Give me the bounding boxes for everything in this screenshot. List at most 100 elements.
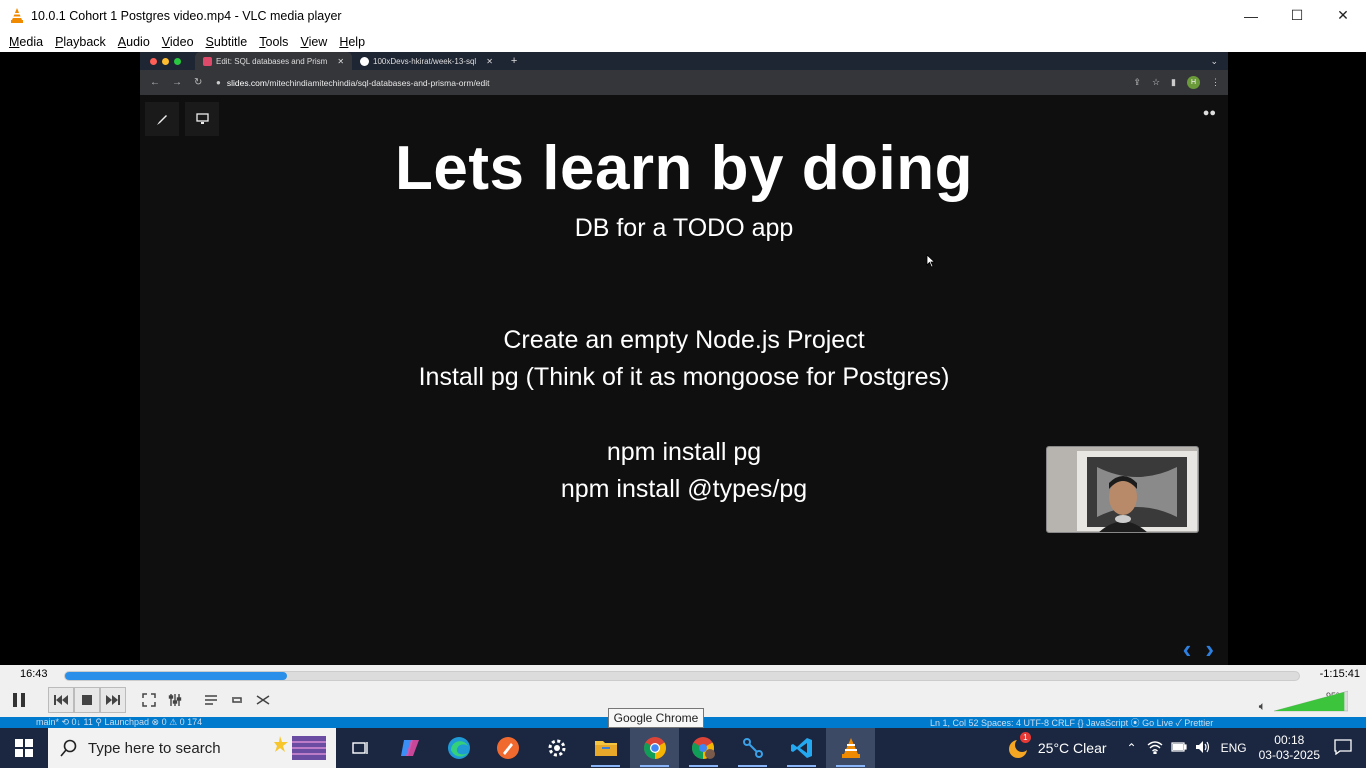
vscode-icon[interactable] xyxy=(777,728,826,768)
chrome-profile-icon[interactable] xyxy=(679,728,728,768)
site-info-icon: ● xyxy=(216,78,221,87)
slide-line-1: Create an empty Node.js Project xyxy=(503,326,865,354)
windows-taskbar: Type here to search 1 25°C Clear ⌃ ENG 0… xyxy=(0,728,1366,768)
connection-app-icon[interactable] xyxy=(728,728,777,768)
clock-date: 03-03-2025 xyxy=(1258,748,1320,762)
vlc-taskbar-icon[interactable] xyxy=(826,728,875,768)
window-title: 10.0.1 Cohort 1 Postgres video.mp4 - VLC… xyxy=(31,8,342,23)
elapsed-time: 16:43 xyxy=(20,668,48,680)
browser-address-bar: ← → ↻ ● slides.com/mitechindiamitechindi… xyxy=(140,70,1228,95)
notification-center-icon[interactable] xyxy=(1334,738,1352,758)
video-area[interactable]: Edit: SQL databases and Prism ✕ 100xDevs… xyxy=(0,52,1366,665)
browser-tab-slides: Edit: SQL databases and Prism ✕ xyxy=(195,52,353,70)
kebab-menu-icon: ⋮ xyxy=(1211,77,1220,87)
pause-button[interactable] xyxy=(0,687,38,713)
pen-app-icon[interactable] xyxy=(483,728,532,768)
sidepanel-icon: ▮ xyxy=(1171,77,1176,87)
present-monitor-icon xyxy=(185,102,219,136)
browser-tab-github: 100xDevs-hkirat/week-13-sql ✕ xyxy=(352,52,501,70)
loop-button[interactable] xyxy=(224,687,250,713)
taskbar-tooltip: Google Chrome xyxy=(608,708,704,728)
collaborators-icon: ●● xyxy=(1202,107,1216,119)
battery-icon[interactable] xyxy=(1170,741,1187,756)
menu-tools[interactable]: Tools xyxy=(259,35,288,49)
previous-button[interactable] xyxy=(48,687,74,713)
tab-close-icon: ✕ xyxy=(486,56,493,66)
mouse-cursor-icon xyxy=(926,254,936,268)
menu-media[interactable]: Media xyxy=(9,35,43,49)
forward-arrow-icon: → xyxy=(172,77,182,88)
reload-icon: ↻ xyxy=(194,77,203,88)
file-explorer-icon[interactable] xyxy=(581,728,630,768)
volume-tray-icon[interactable] xyxy=(1195,740,1211,757)
tab-close-icon: ✕ xyxy=(337,56,345,66)
url-text: slides.com/mitechindiamitechindia/sql-da… xyxy=(227,78,490,88)
presenter-webcam xyxy=(1046,446,1199,533)
menu-playback[interactable]: Playback xyxy=(55,35,106,49)
slide-title: Lets learn by doing xyxy=(395,134,973,203)
tab-label: Edit: SQL databases and Prism xyxy=(216,56,328,66)
tray-overflow-chevron-icon[interactable]: ⌃ xyxy=(1127,741,1137,755)
remaining-time[interactable]: -1:15:41 xyxy=(1320,668,1360,680)
github-favicon-icon xyxy=(360,56,370,66)
fullscreen-button[interactable] xyxy=(136,687,162,713)
taskbar-search-box[interactable]: Type here to search xyxy=(48,728,336,768)
slides-favicon-icon xyxy=(203,56,212,66)
task-view-icon[interactable] xyxy=(336,728,385,768)
seek-bar[interactable] xyxy=(64,671,1300,681)
slide-line-2: Install pg (Think of it as mongoose for … xyxy=(418,363,950,391)
browser-tabstrip: Edit: SQL databases and Prism ✕ 100xDevs… xyxy=(140,52,1228,70)
search-icon xyxy=(60,739,77,757)
language-indicator[interactable]: ENG xyxy=(1221,741,1247,755)
vscode-status-left: main* ⟲ 0↓ 11 ⚲ Launchpad ⊗ 0 ⚠ 0 174 xyxy=(36,717,203,727)
pen-tool-icon xyxy=(145,102,179,136)
next-button[interactable] xyxy=(100,687,126,713)
chrome-icon[interactable] xyxy=(630,728,679,768)
menu-audio[interactable]: Audio xyxy=(118,35,150,49)
playlist-button[interactable] xyxy=(198,687,224,713)
weather-badge: 1 xyxy=(1019,732,1031,743)
edge-browser-icon[interactable] xyxy=(434,728,483,768)
share-icon: ⇪ xyxy=(1133,77,1141,87)
menu-subtitle[interactable]: Subtitle xyxy=(206,35,248,49)
new-tab-icon: + xyxy=(510,55,518,67)
clock[interactable]: 00:18 03-03-2025 xyxy=(1259,733,1320,763)
weather-text: 25°C Clear xyxy=(1037,740,1107,756)
menu-help[interactable]: Help xyxy=(339,35,365,49)
slide-navigation: ‹ › xyxy=(1183,634,1214,665)
minimize-button[interactable]: — xyxy=(1228,0,1274,31)
vlc-cone-icon xyxy=(9,8,25,24)
settings-gear-icon[interactable] xyxy=(532,728,581,768)
menu-bar: Media Playback Audio Video Subtitle Tool… xyxy=(0,31,1366,52)
speaker-icon[interactable]: 🔈︎ xyxy=(1259,699,1266,714)
maximize-button[interactable]: ☐ xyxy=(1274,0,1320,31)
vscode-status-right: Ln 1, Col 52 Spaces: 4 UTF-8 CRLF {} Jav… xyxy=(930,718,1214,728)
bookmark-star-icon: ☆ xyxy=(1151,77,1161,87)
back-arrow-icon: ← xyxy=(150,77,160,88)
url-host: slides.com xyxy=(226,77,267,88)
tab-label: 100xDevs-hkirat/week-13-sql xyxy=(373,56,477,66)
seek-progress xyxy=(65,672,288,680)
mac-window-dots xyxy=(150,57,181,65)
shuffle-button[interactable] xyxy=(250,687,276,713)
search-highlight-icon xyxy=(274,736,326,760)
system-tray: 1 25°C Clear ⌃ ENG 00:18 03-03-2025 xyxy=(1006,728,1366,768)
search-placeholder: Type here to search xyxy=(88,739,221,757)
windows-start-icon[interactable] xyxy=(0,728,48,768)
menu-video[interactable]: Video xyxy=(162,35,194,49)
recorded-screen: Edit: SQL databases and Prism ✕ 100xDevs… xyxy=(140,52,1228,665)
stop-button[interactable] xyxy=(74,687,100,713)
wifi-icon[interactable] xyxy=(1147,740,1163,757)
weather-widget[interactable]: 1 25°C Clear xyxy=(1006,732,1107,760)
slide-subtitle: DB for a TODO app xyxy=(574,214,794,242)
extended-settings-button[interactable] xyxy=(162,687,188,713)
profile-avatar: H xyxy=(1187,76,1200,89)
close-button[interactable]: ✕ xyxy=(1320,0,1366,31)
url-path: /mitechindiamitechindia/sql-databases-an… xyxy=(267,77,490,88)
menu-view[interactable]: View xyxy=(300,35,327,49)
volume-slider[interactable] xyxy=(1273,687,1349,713)
tab-search-chevron-icon: ⌄ xyxy=(1210,55,1218,66)
slide-canvas: ●● Lets learn by doing DB for a TODO app… xyxy=(140,95,1228,665)
copilot-icon[interactable] xyxy=(385,728,434,768)
clock-time: 00:18 xyxy=(1274,733,1305,747)
